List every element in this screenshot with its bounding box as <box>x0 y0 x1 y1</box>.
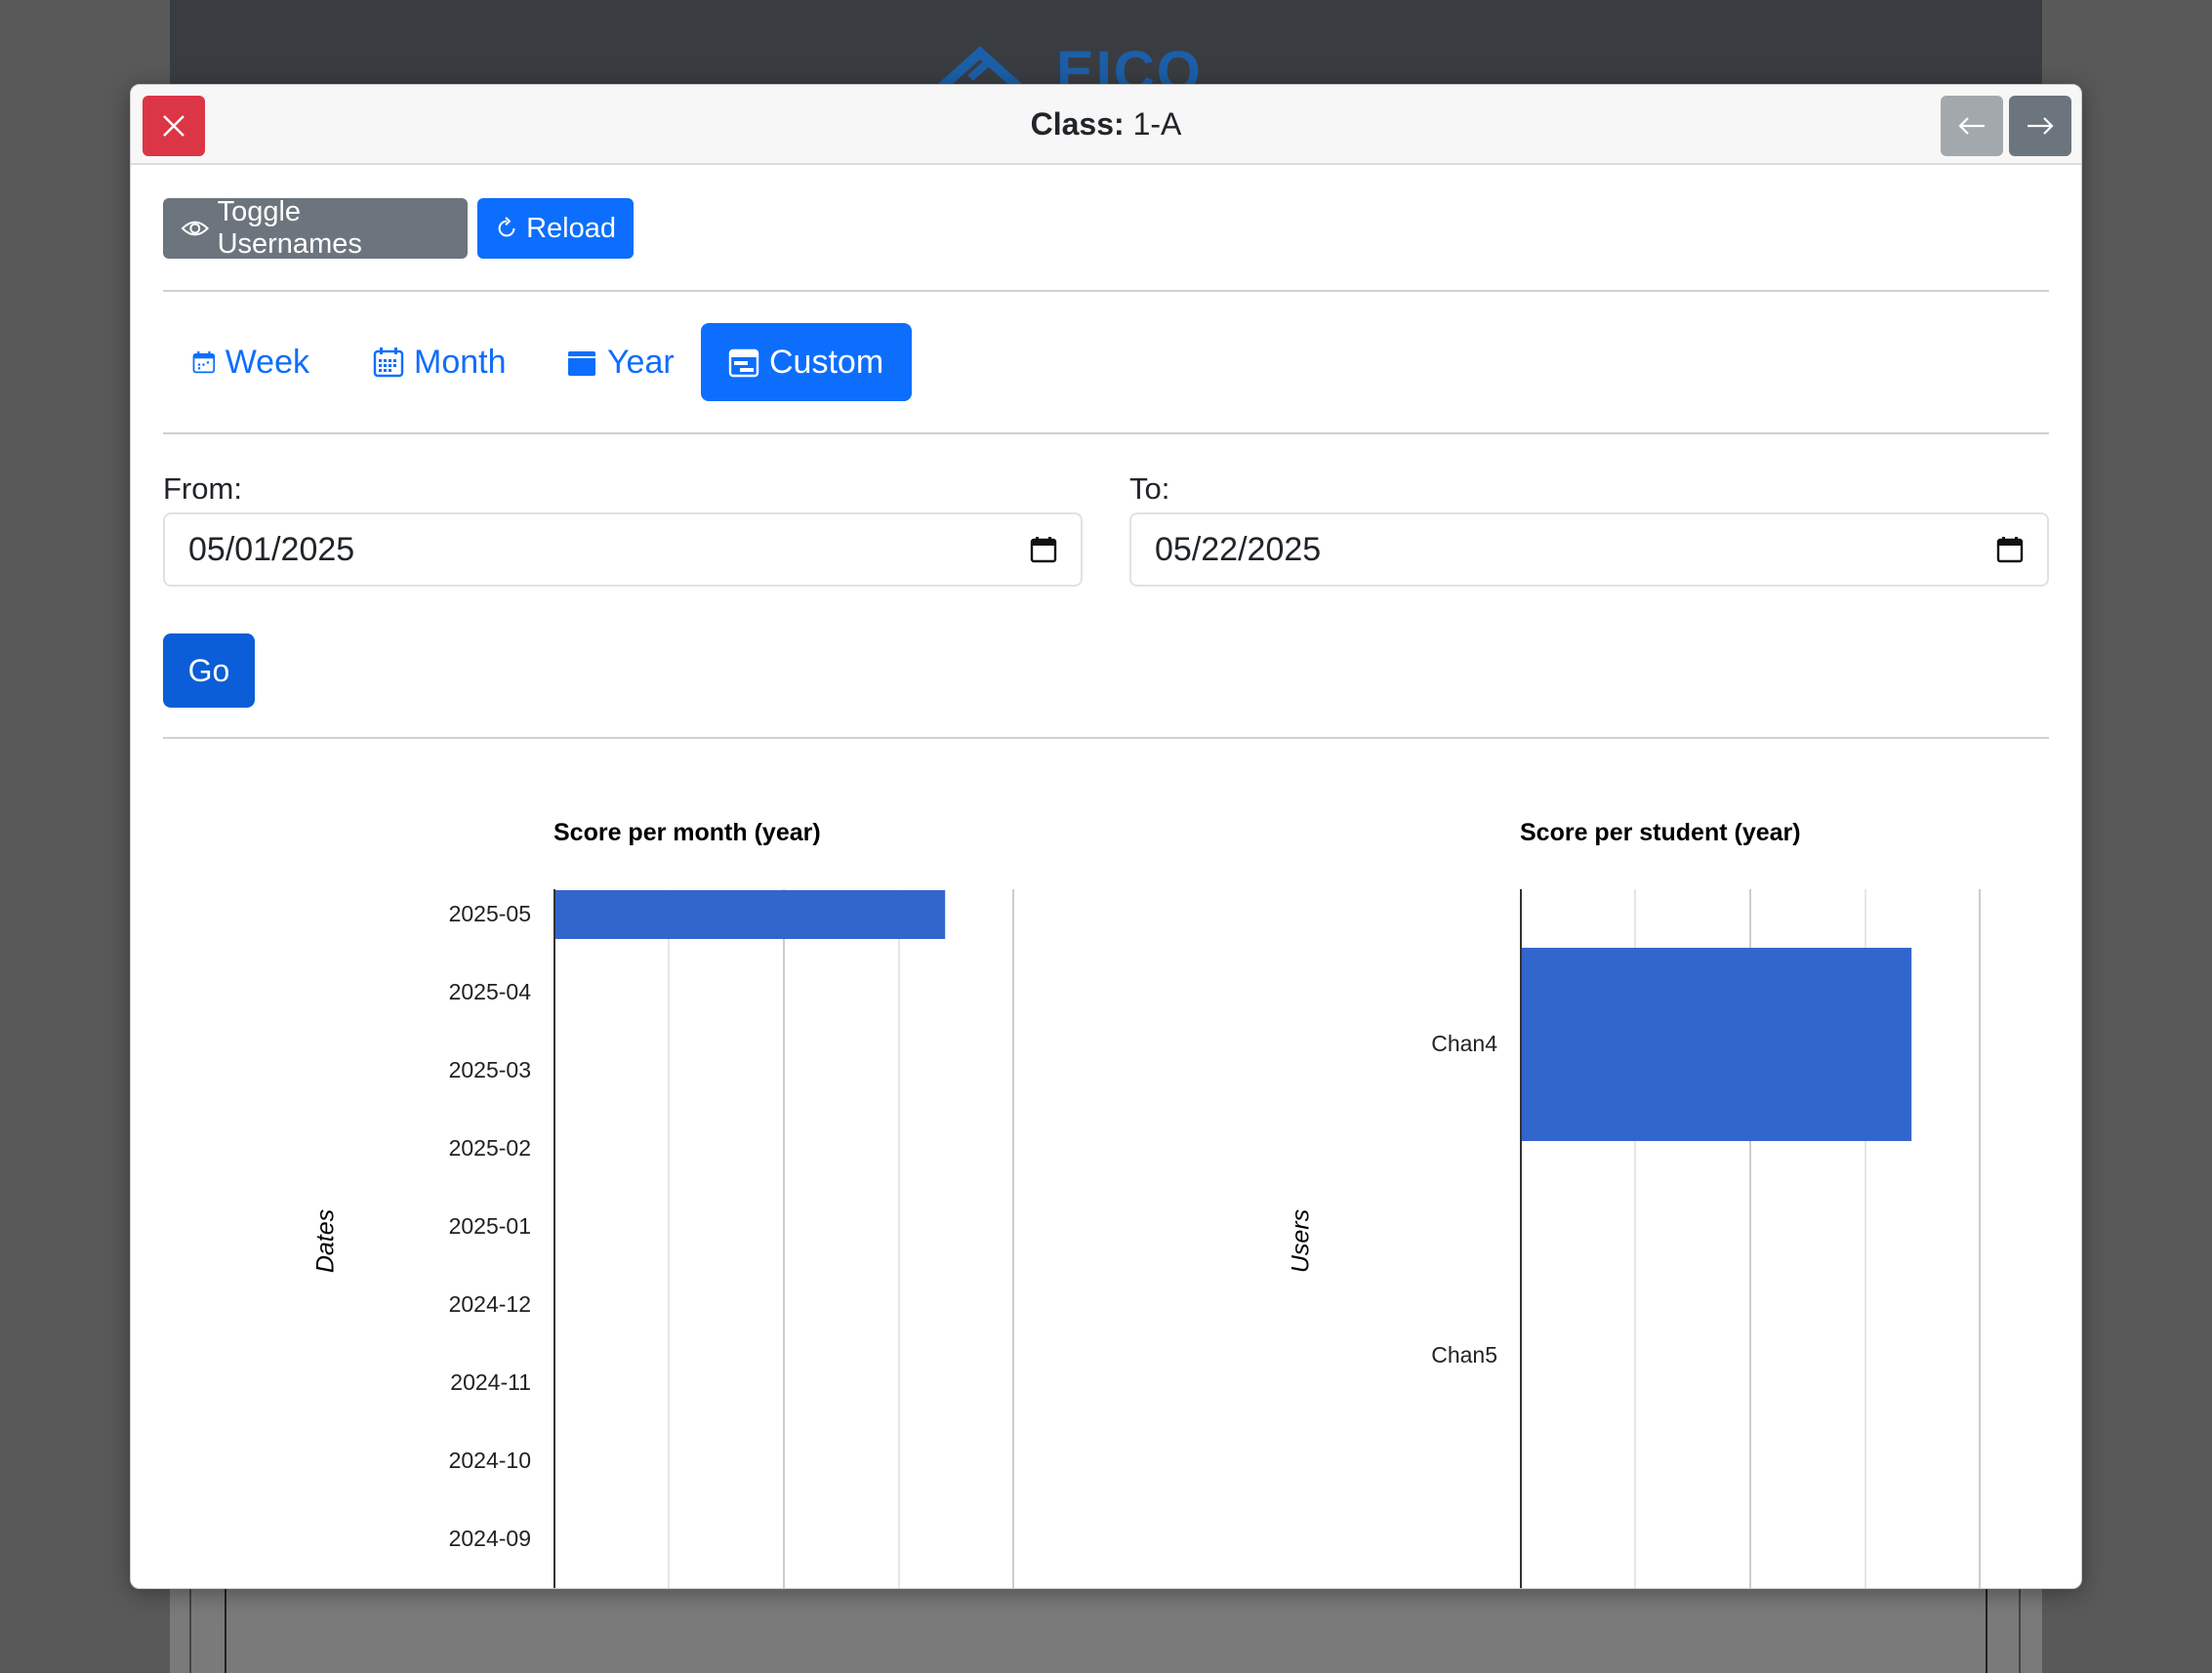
background-frame-line <box>225 1587 226 1673</box>
chart-score-per-month <box>553 889 1014 1588</box>
next-class-button[interactable] <box>2009 96 2071 156</box>
go-label: Go <box>187 652 230 688</box>
tab-week[interactable]: Week <box>163 323 339 401</box>
reload-label: Reload <box>526 212 616 244</box>
tab-year[interactable]: Year <box>537 323 713 401</box>
tab-month-label: Month <box>414 343 507 381</box>
tick-label: 2025-05 <box>448 901 531 926</box>
background-header: EICO <box>170 0 2042 98</box>
chart-month-title: Score per month (year) <box>553 819 821 846</box>
tab-custom[interactable]: Custom <box>701 323 912 401</box>
modal-header: Class: 1-A <box>131 85 2081 165</box>
divider <box>163 737 2049 739</box>
chart-score-per-student <box>1520 889 1981 1588</box>
to-date-input[interactable]: 05/22/2025 <box>1129 512 2049 587</box>
tick-label: 2025-02 <box>448 1135 531 1161</box>
from-label: From: <box>163 471 242 506</box>
modal-title-label: Class: <box>1030 106 1125 142</box>
bar[interactable] <box>555 890 946 939</box>
chart-month-axis-title: Dates <box>311 1208 340 1274</box>
to-date-value: 05/22/2025 <box>1155 530 1322 568</box>
chart-student-axis-title: Users <box>1287 1208 1315 1274</box>
arrow-right-icon <box>2028 117 2054 135</box>
tick-label: 2024-09 <box>448 1526 531 1551</box>
tick-label: 2025-04 <box>448 979 531 1004</box>
tick-label: Chan4 <box>1431 1031 1497 1056</box>
calendar-icon[interactable] <box>1030 536 1057 563</box>
background-frame-line <box>189 1581 191 1673</box>
modal-title: Class: 1-A <box>131 106 2081 143</box>
reload-icon <box>498 217 515 237</box>
toggle-usernames-label: Toggle Usernames <box>217 196 362 260</box>
tick-label: 2024-10 <box>448 1448 531 1473</box>
tab-week-label: Week <box>225 343 309 381</box>
background-frame-line <box>2019 1581 2021 1673</box>
modal-title-value: 1-A <box>1132 106 1182 142</box>
divider <box>163 432 2049 434</box>
from-date-value: 05/01/2025 <box>188 530 355 568</box>
tab-month[interactable]: Month <box>344 323 537 401</box>
tab-year-label: Year <box>607 343 675 381</box>
class-report-modal: Class: 1-A Toggle Usernames Reload Week … <box>130 84 2082 1589</box>
tick-label: 2025-03 <box>448 1057 531 1082</box>
reload-button[interactable]: Reload <box>477 198 634 259</box>
go-button[interactable]: Go <box>163 633 255 708</box>
tick-label: 2025-01 <box>448 1213 531 1239</box>
to-label: To: <box>1129 471 1170 506</box>
eye-icon <box>181 221 210 236</box>
tab-custom-label: Custom <box>769 343 884 381</box>
bar[interactable] <box>1522 948 1912 1141</box>
toggle-usernames-button[interactable]: Toggle Usernames <box>163 196 468 260</box>
arrow-left-icon <box>1958 117 1985 135</box>
tick-label: Chan5 <box>1431 1342 1497 1367</box>
background-frame-line <box>1986 1581 1987 1673</box>
calendar-range-icon <box>728 348 759 378</box>
calendar-year-icon <box>568 351 595 376</box>
tick-label: 2024-12 <box>448 1291 531 1317</box>
tick-label: 2024-11 <box>450 1369 531 1395</box>
divider <box>163 290 2049 292</box>
previous-class-button[interactable] <box>1941 96 2003 156</box>
calendar-month-icon <box>373 347 404 378</box>
calendar-week-icon <box>192 350 216 374</box>
chart-student-title: Score per student (year) <box>1520 819 1801 846</box>
calendar-icon[interactable] <box>1996 536 2024 563</box>
from-date-input[interactable]: 05/01/2025 <box>163 512 1083 587</box>
